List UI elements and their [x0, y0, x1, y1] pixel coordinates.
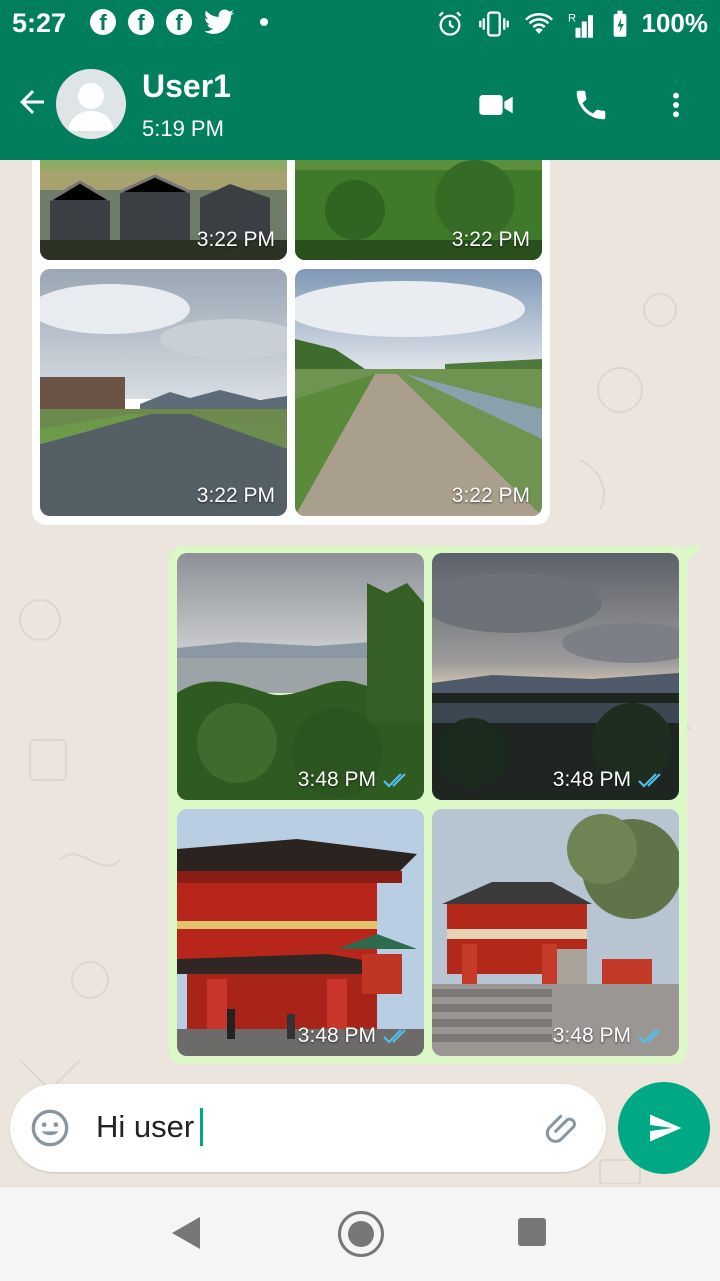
- message-list[interactable]: 3:22 PM 3:22 PM 3:22 PM 3:22 PM 3:48 PM …: [0, 160, 720, 1184]
- voice-call-icon[interactable]: [572, 85, 610, 125]
- status-bar: 5:27 f f f R 100%: [0, 0, 720, 50]
- status-time: 5:27: [12, 8, 67, 38]
- default-avatar-icon: [68, 83, 114, 131]
- system-icons: R 100%: [436, 8, 709, 39]
- video-call-icon[interactable]: [474, 85, 518, 125]
- read-receipt-icon: [638, 773, 661, 788]
- wifi-icon: [524, 12, 553, 34]
- send-icon: [650, 1114, 682, 1142]
- more-notifications-dot: [260, 18, 268, 26]
- read-receipt-icon: [383, 1029, 406, 1044]
- chat-header: User1 5:19 PM: [0, 50, 720, 160]
- photo-timestamp: 3:48 PM: [553, 1024, 667, 1048]
- river-city-photo: [40, 269, 287, 516]
- facebook-icon: f: [166, 9, 192, 35]
- red-temple-gate-photo: [177, 809, 424, 1056]
- send-button[interactable]: [618, 1082, 710, 1174]
- shrine-steps-photo: [432, 809, 679, 1056]
- album-photo[interactable]: 3:22 PM: [40, 269, 287, 516]
- message-composer[interactable]: Hi user: [10, 1084, 606, 1172]
- contact-avatar[interactable]: [56, 69, 126, 139]
- album-photo[interactable]: 3:22 PM: [295, 160, 542, 260]
- text-cursor: [200, 1108, 204, 1146]
- battery-icon: [613, 10, 626, 37]
- emoji-icon[interactable]: [30, 1108, 70, 1148]
- overflow-menu-icon[interactable]: [660, 85, 692, 125]
- outgoing-album-bubble[interactable]: 3:48 PM 3:48 PM 3:48 PM 3:48 PM: [169, 546, 687, 1064]
- alarm-icon: [438, 11, 461, 36]
- battery-percent: 100%: [641, 8, 709, 38]
- last-seen: 5:19 PM: [142, 116, 224, 141]
- stormy-sky-city-photo: [432, 553, 679, 800]
- facebook-icon: f: [128, 9, 154, 35]
- nav-back-icon[interactable]: [172, 1217, 202, 1249]
- incoming-album-bubble[interactable]: 3:22 PM 3:22 PM 3:22 PM 3:22 PM: [32, 160, 550, 525]
- message-input-text: Hi user: [96, 1109, 195, 1144]
- back-arrow-icon[interactable]: [14, 84, 50, 120]
- message-input[interactable]: Hi user: [96, 1108, 204, 1146]
- album-photo[interactable]: 3:48 PM: [177, 553, 424, 800]
- nav-recents-button[interactable]: [518, 1218, 546, 1246]
- photo-timestamp: 3:48 PM: [298, 768, 412, 792]
- attach-icon[interactable]: [542, 1108, 586, 1148]
- photo-timestamp: 3:22 PM: [196, 228, 275, 251]
- notification-icons: f f f: [90, 9, 268, 35]
- twitter-icon: [204, 9, 234, 34]
- system-nav-bar: [0, 1186, 720, 1281]
- svg-text:R: R: [568, 12, 576, 24]
- signal-icon: R: [568, 12, 593, 38]
- album-photo[interactable]: 3:22 PM: [295, 269, 542, 516]
- photo-timestamp: 3:22 PM: [451, 484, 530, 507]
- album-photo[interactable]: 3:48 PM: [432, 553, 679, 800]
- read-receipt-icon: [638, 1029, 661, 1044]
- bubble-tail: [684, 546, 702, 566]
- contact-name[interactable]: User1: [142, 68, 231, 105]
- riverside-path-photo: [295, 269, 542, 516]
- nav-home-button[interactable]: [338, 1211, 384, 1257]
- photo-timestamp: 3:22 PM: [196, 484, 275, 507]
- facebook-icon: f: [90, 9, 116, 35]
- city-forest-view-photo: [177, 553, 424, 800]
- album-photo[interactable]: 3:22 PM: [40, 160, 287, 260]
- photo-timestamp: 3:48 PM: [553, 768, 667, 792]
- photo-timestamp: 3:22 PM: [451, 228, 530, 251]
- read-receipt-icon: [383, 773, 406, 788]
- photo-timestamp: 3:48 PM: [298, 1024, 412, 1048]
- vibrate-icon: [478, 10, 509, 37]
- album-photo[interactable]: 3:48 PM: [432, 809, 679, 1056]
- album-photo[interactable]: 3:48 PM: [177, 809, 424, 1056]
